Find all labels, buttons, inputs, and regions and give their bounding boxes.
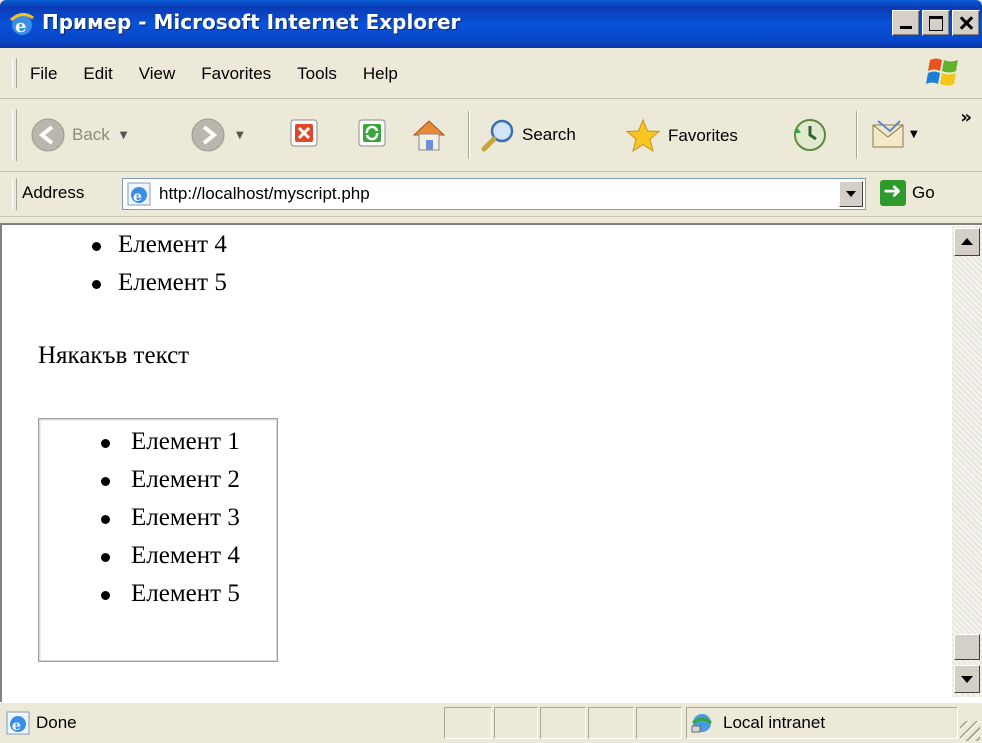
home-button[interactable] [410, 117, 448, 153]
status-cell [636, 707, 682, 739]
status-cell [494, 707, 538, 739]
search-magnifier-icon [481, 119, 514, 152]
windows-logo-icon [926, 58, 958, 86]
list-item: Елемент 2 [39, 461, 240, 499]
status-cell [444, 707, 492, 739]
bordered-box: Елемент 1 Елемент 2 Елемент 3 Елемент 4 … [38, 418, 278, 662]
status-text: Done [36, 713, 77, 732]
scroll-down-button[interactable] [954, 665, 980, 693]
maximize-button[interactable] [922, 10, 950, 36]
window-title: Пример - Microsoft Internet Explorer [42, 10, 461, 34]
standard-toolbar: Back ▼ ▼ Search Favorites ▼ » [0, 99, 982, 172]
menu-help[interactable]: Help [363, 64, 398, 84]
status-bar: e Done Local intranet [0, 702, 982, 743]
list-item: Елемент 5 [39, 575, 240, 613]
security-zone[interactable]: Local intranet [686, 707, 958, 739]
status-cell [588, 707, 634, 739]
toolbar-separator [856, 111, 858, 159]
home-icon [412, 120, 446, 151]
list-item: Елемент 3 [39, 499, 240, 537]
refresh-button[interactable] [356, 117, 388, 149]
paragraph-text: Някакъв текст [38, 342, 190, 369]
stop-icon [290, 119, 318, 147]
address-bar-grip[interactable] [12, 178, 17, 210]
refresh-icon [358, 119, 386, 147]
top-list: Елемент 4 Елемент 5 [10, 226, 227, 302]
menu-bar: File Edit View Favorites Tools Help [0, 48, 982, 99]
menu-items: File Edit View Favorites Tools Help [30, 64, 424, 84]
toolbar-overflow-icon[interactable]: » [960, 107, 972, 128]
boxed-list: Елемент 1 Елемент 2 Елемент 3 Елемент 4 … [39, 423, 240, 613]
toolbar-grip[interactable] [12, 109, 17, 161]
mail-button[interactable]: ▼ [870, 117, 918, 151]
close-button[interactable] [952, 10, 980, 36]
history-button[interactable] [792, 117, 828, 153]
list-item: Елемент 4 [39, 537, 240, 575]
page-content: Елемент 4 Елемент 5 Някакъв текст Елемен… [10, 224, 950, 694]
address-dropdown-button[interactable] [839, 181, 863, 207]
title-bar[interactable]: e Пример - Microsoft Internet Explorer [0, 0, 982, 48]
history-icon [794, 119, 826, 151]
scroll-thumb[interactable] [954, 634, 980, 660]
forward-arrow-icon [191, 118, 225, 152]
menu-view[interactable]: View [139, 64, 176, 84]
vertical-scrollbar[interactable] [952, 226, 982, 697]
favorites-button[interactable]: Favorites [624, 117, 738, 155]
back-dropdown-icon[interactable]: ▼ [120, 130, 128, 141]
browser-window: e Пример - Microsoft Internet Explorer F… [0, 0, 982, 743]
address-bar: Address e http://localhost/myscript.php … [0, 172, 982, 217]
minimize-button[interactable] [892, 10, 920, 36]
window-controls [892, 10, 980, 36]
menu-file[interactable]: File [30, 64, 57, 84]
menu-edit[interactable]: Edit [83, 64, 112, 84]
address-label: Address [22, 183, 85, 202]
back-arrow-icon [31, 118, 65, 152]
svg-text:e: e [133, 189, 142, 205]
list-item: Елемент 1 [39, 423, 240, 461]
toolbar-separator [468, 111, 470, 159]
list-item: Елемент 4 [10, 226, 227, 264]
search-label: Search [522, 125, 576, 144]
forward-button[interactable]: ▼ [190, 117, 244, 153]
list-item: Елемент 5 [10, 264, 227, 302]
stop-button[interactable] [288, 117, 320, 149]
forward-dropdown-icon[interactable]: ▼ [236, 130, 244, 141]
mail-dropdown-icon[interactable]: ▼ [910, 129, 918, 140]
go-button[interactable]: Go [880, 179, 935, 206]
search-button[interactable]: Search [480, 117, 576, 153]
svg-text:e: e [15, 16, 26, 37]
favorites-star-icon [625, 118, 661, 153]
back-label: Back [72, 125, 110, 144]
go-arrow-icon [880, 179, 906, 206]
address-url: http://localhost/myscript.php [159, 184, 370, 203]
mail-icon [872, 120, 904, 148]
page-status-icon: e [6, 711, 30, 735]
ie-logo-icon: e [9, 13, 34, 37]
page-ie-icon: e [127, 182, 151, 206]
resize-grip[interactable] [960, 721, 980, 741]
back-button[interactable]: Back ▼ [30, 117, 128, 153]
menu-bar-grip[interactable] [12, 58, 17, 88]
menu-tools[interactable]: Tools [297, 64, 337, 84]
local-intranet-icon [691, 714, 712, 733]
address-input[interactable]: e http://localhost/myscript.php [122, 178, 866, 210]
menu-favorites[interactable]: Favorites [201, 64, 271, 84]
scroll-up-button[interactable] [954, 228, 980, 256]
zone-label: Local intranet [723, 713, 826, 732]
status-cell [540, 707, 586, 739]
svg-text:e: e [12, 718, 21, 734]
go-label: Go [912, 183, 935, 202]
favorites-label: Favorites [668, 126, 738, 145]
